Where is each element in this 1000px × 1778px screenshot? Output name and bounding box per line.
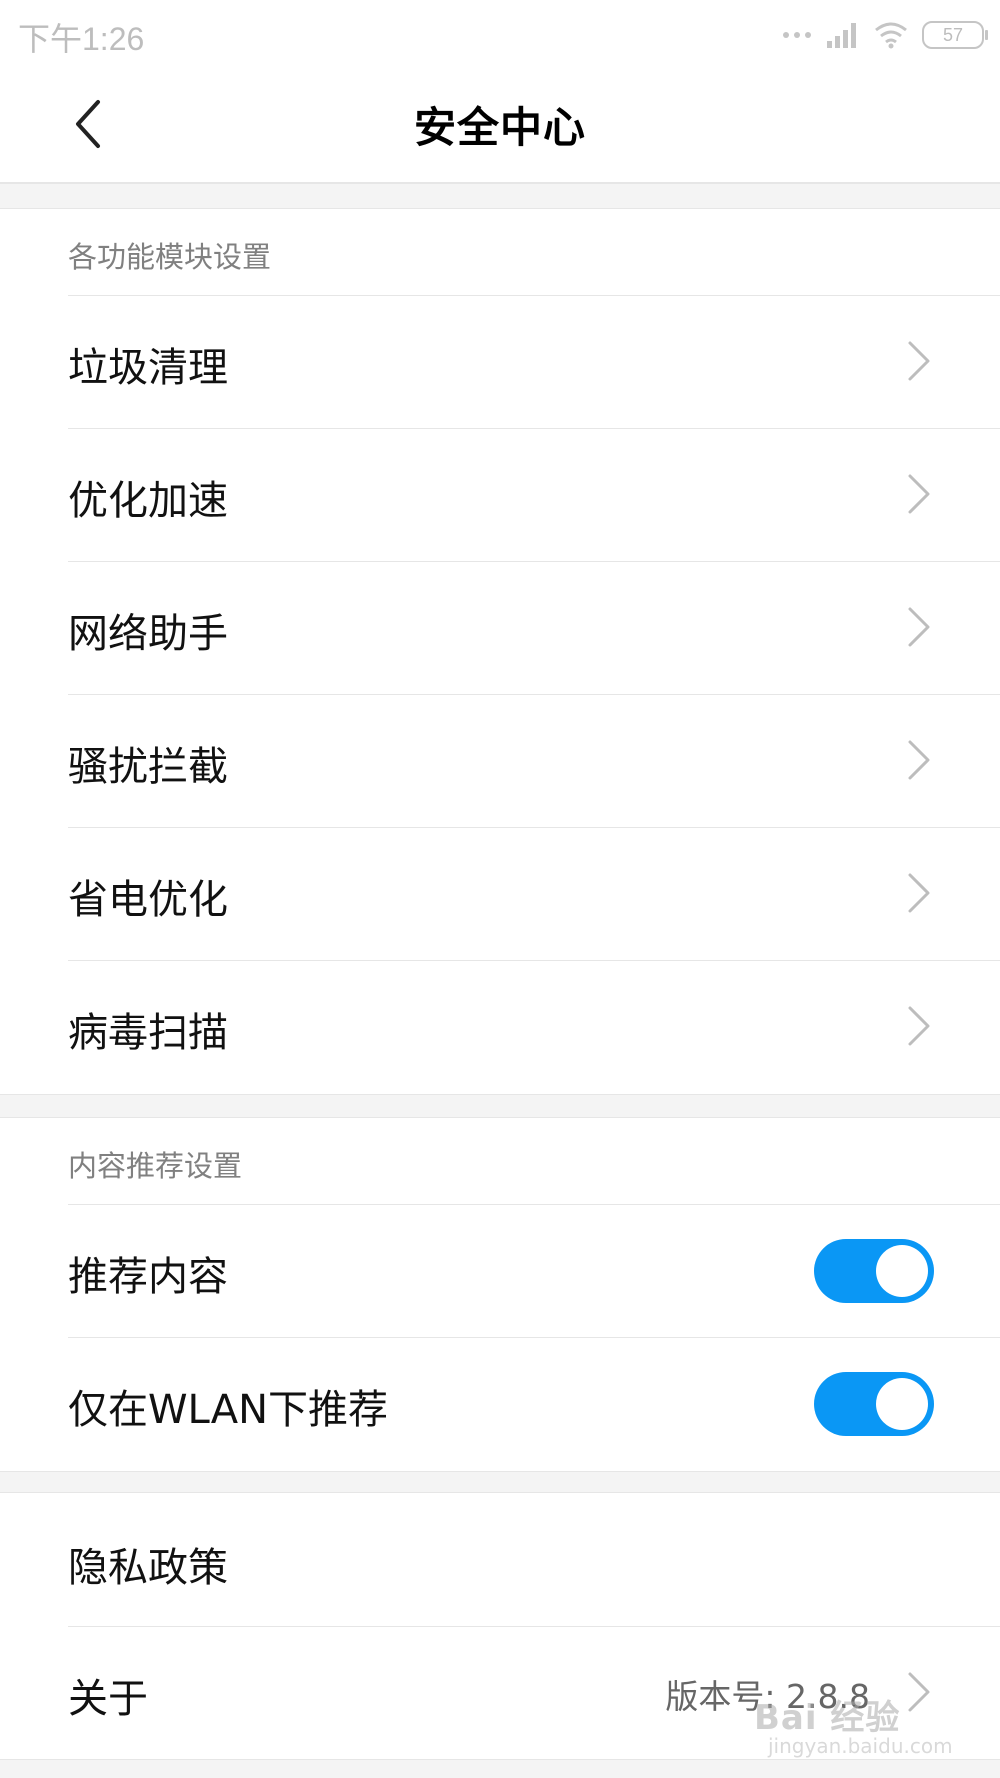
chevron-right-icon (908, 740, 930, 780)
watermark-url: jingyan.baidu.com (768, 1734, 953, 1758)
divider (68, 295, 1000, 296)
settings-row-optimize-speed[interactable]: 优化加速 (0, 428, 1000, 561)
chevron-right-icon (908, 607, 930, 647)
settings-row-wlan-only[interactable]: 仅在WLAN下推荐 (0, 1337, 1000, 1470)
row-label: 病毒扫描 (68, 1010, 228, 1056)
settings-row-power-saving[interactable]: 省电优化 (0, 827, 1000, 960)
row-label: 仅在WLAN下推荐 (68, 1387, 389, 1433)
row-label: 省电优化 (68, 877, 228, 923)
row-label: 骚扰拦截 (68, 744, 228, 790)
section-gap (0, 1094, 1000, 1118)
row-label: 隐私政策 (68, 1545, 228, 1591)
divider (68, 428, 1000, 429)
recommend-content-toggle[interactable] (814, 1239, 934, 1303)
settings-row-recommend-content[interactable]: 推荐内容 (0, 1204, 1000, 1337)
section-gap (0, 1471, 1000, 1493)
settings-row-junk-clean[interactable]: 垃圾清理 (0, 295, 1000, 428)
settings-row-virus-scan[interactable]: 病毒扫描 (0, 960, 1000, 1093)
toggle-knob (876, 1245, 928, 1297)
divider (68, 1337, 1000, 1338)
divider (68, 1626, 1000, 1627)
divider (68, 1204, 1000, 1205)
toggle-knob (876, 1378, 928, 1430)
chevron-right-icon (908, 474, 930, 514)
row-label: 垃圾清理 (68, 345, 228, 391)
chevron-right-icon (908, 1006, 930, 1046)
battery-level: 57 (942, 24, 964, 45)
divider (68, 827, 1000, 828)
section-gap (0, 183, 1000, 209)
settings-row-privacy-policy[interactable]: 隐私政策 (0, 1493, 1000, 1626)
row-label: 优化加速 (68, 478, 228, 524)
wifi-icon (875, 22, 907, 49)
row-label: 推荐内容 (68, 1254, 228, 1300)
page-title: 安全中心 (413, 103, 586, 152)
wlan-only-toggle[interactable] (814, 1372, 934, 1436)
chevron-right-icon (908, 873, 930, 913)
baidu-watermark: Bai 经验 jingyan.baidu.com (754, 1690, 953, 1762)
more-dots-icon (783, 32, 811, 38)
app-header: 安全中心 (0, 68, 1000, 183)
section-title-modules: 各功能模块设置 (68, 240, 272, 274)
signal-icon (827, 23, 856, 48)
divider (68, 960, 1000, 961)
status-time: 下午1:26 (18, 21, 145, 57)
chevron-right-icon (908, 341, 930, 381)
status-icons: 57 (782, 18, 988, 52)
status-bar: 下午1:26 57 (0, 0, 1000, 68)
battery-icon: 57 (922, 21, 988, 49)
row-label: 关于 (68, 1676, 148, 1722)
settings-row-harassment-block[interactable]: 骚扰拦截 (0, 694, 1000, 827)
divider (68, 694, 1000, 695)
divider (68, 561, 1000, 562)
row-label: 网络助手 (68, 611, 228, 657)
settings-row-network-assistant[interactable]: 网络助手 (0, 561, 1000, 694)
section-title-content: 内容推荐设置 (68, 1149, 243, 1183)
watermark-brand: Bai 经验 (754, 1698, 901, 1738)
